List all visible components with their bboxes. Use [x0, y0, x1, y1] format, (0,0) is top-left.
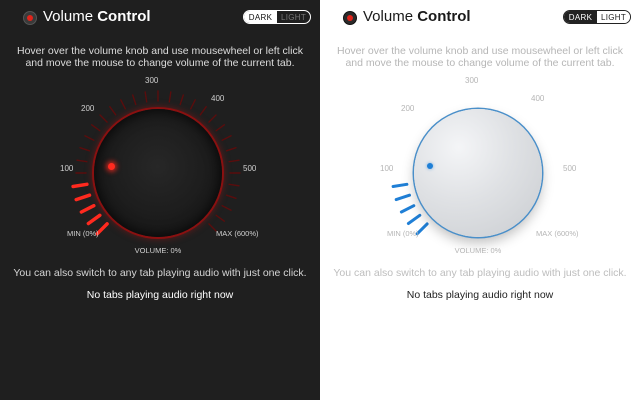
- tick-mark: [541, 205, 552, 211]
- tick-mark: [76, 159, 88, 163]
- tick-mark: [452, 94, 457, 105]
- tick-mark: [199, 105, 207, 116]
- scale-label-100: 100: [380, 164, 394, 173]
- tick-mark: [404, 135, 415, 141]
- no-tabs-message: No tabs playing audio right now: [86, 289, 234, 301]
- tick-mark-active: [406, 213, 422, 225]
- scale-label-300: 300: [465, 76, 479, 85]
- tick-mark: [228, 183, 240, 187]
- tick-mark: [225, 146, 237, 152]
- scale-label-500: 500: [563, 164, 577, 173]
- tick-mark: [528, 114, 537, 123]
- tick-mark: [440, 99, 446, 110]
- tick-mark: [84, 135, 95, 142]
- tick-mark: [399, 147, 410, 152]
- tick-mark: [419, 114, 428, 123]
- tick-mark: [528, 223, 537, 232]
- tick-mark: [221, 204, 232, 211]
- tick-mark: [464, 91, 468, 103]
- tick-mark: [131, 94, 137, 106]
- tick-mark-active: [79, 203, 96, 214]
- tick-mark-active: [391, 182, 409, 188]
- tick-mark: [541, 135, 552, 141]
- volume-readout: VOLUME: 0%: [134, 246, 182, 255]
- volume-knob[interactable]: [94, 109, 222, 237]
- tick-mark: [535, 214, 545, 222]
- tick-mark: [208, 114, 217, 123]
- scale-label-300: 300: [145, 76, 159, 85]
- switch-tab-note: You can also switch to any tab playing a…: [333, 267, 627, 279]
- tick-mark: [548, 159, 560, 163]
- min-label: MIN (0%): [67, 229, 99, 238]
- knob-indicator-dot: [108, 163, 115, 170]
- volume-readout: VOLUME: 0%: [454, 246, 502, 255]
- tick-mark: [215, 214, 226, 222]
- scale-label-100: 100: [60, 164, 74, 173]
- scale-label-200: 200: [401, 104, 415, 113]
- max-label: MAX (600%): [536, 229, 579, 238]
- tick-mark: [144, 91, 148, 103]
- tick-mark: [488, 91, 492, 103]
- tick-mark: [90, 124, 101, 132]
- tick-mark-active: [71, 182, 89, 189]
- dark-theme-panel: Volume Control DARK LIGHT Hover over the…: [0, 0, 320, 400]
- tick-mark: [228, 159, 240, 163]
- tick-mark: [99, 114, 108, 123]
- tick-mark: [519, 106, 527, 116]
- tick-mark: [510, 99, 516, 110]
- max-label: MAX (600%): [216, 229, 259, 238]
- light-theme-panel: Volume Control DARK LIGHT Hover over the…: [320, 0, 640, 400]
- tick-mark: [429, 106, 437, 116]
- tick-mark: [120, 99, 127, 110]
- scale-label-500: 500: [243, 164, 257, 173]
- tick-mark: [548, 183, 560, 187]
- tick-mark-active: [74, 193, 92, 202]
- tick-mark: [221, 135, 232, 142]
- tick-mark: [109, 105, 117, 116]
- switch-tab-note: You can also switch to any tab playing a…: [13, 267, 307, 279]
- min-label: MIN (0%): [387, 229, 419, 238]
- tick-mark: [535, 124, 545, 132]
- tick-mark: [546, 147, 557, 152]
- tick-mark: [208, 223, 217, 232]
- tick-mark: [396, 159, 408, 163]
- scale-label-200: 200: [81, 104, 95, 113]
- tick-mark: [215, 124, 226, 132]
- scale-label-400: 400: [211, 94, 225, 103]
- tick-mark: [411, 124, 421, 132]
- tick-mark: [179, 94, 185, 106]
- no-tabs-message: No tabs playing audio right now: [406, 289, 554, 301]
- tick-mark-active: [394, 193, 411, 202]
- tick-mark: [189, 99, 196, 110]
- knob-indicator-dot: [427, 163, 433, 169]
- tick-mark: [168, 91, 172, 103]
- tick-mark-active: [86, 213, 102, 226]
- tick-mark-active: [399, 204, 416, 214]
- volume-knob[interactable]: [414, 109, 542, 237]
- tick-mark: [499, 94, 504, 105]
- tick-mark: [79, 146, 91, 152]
- scale-label-400: 400: [531, 94, 545, 103]
- tick-mark: [225, 194, 237, 200]
- tick-mark: [546, 194, 557, 199]
